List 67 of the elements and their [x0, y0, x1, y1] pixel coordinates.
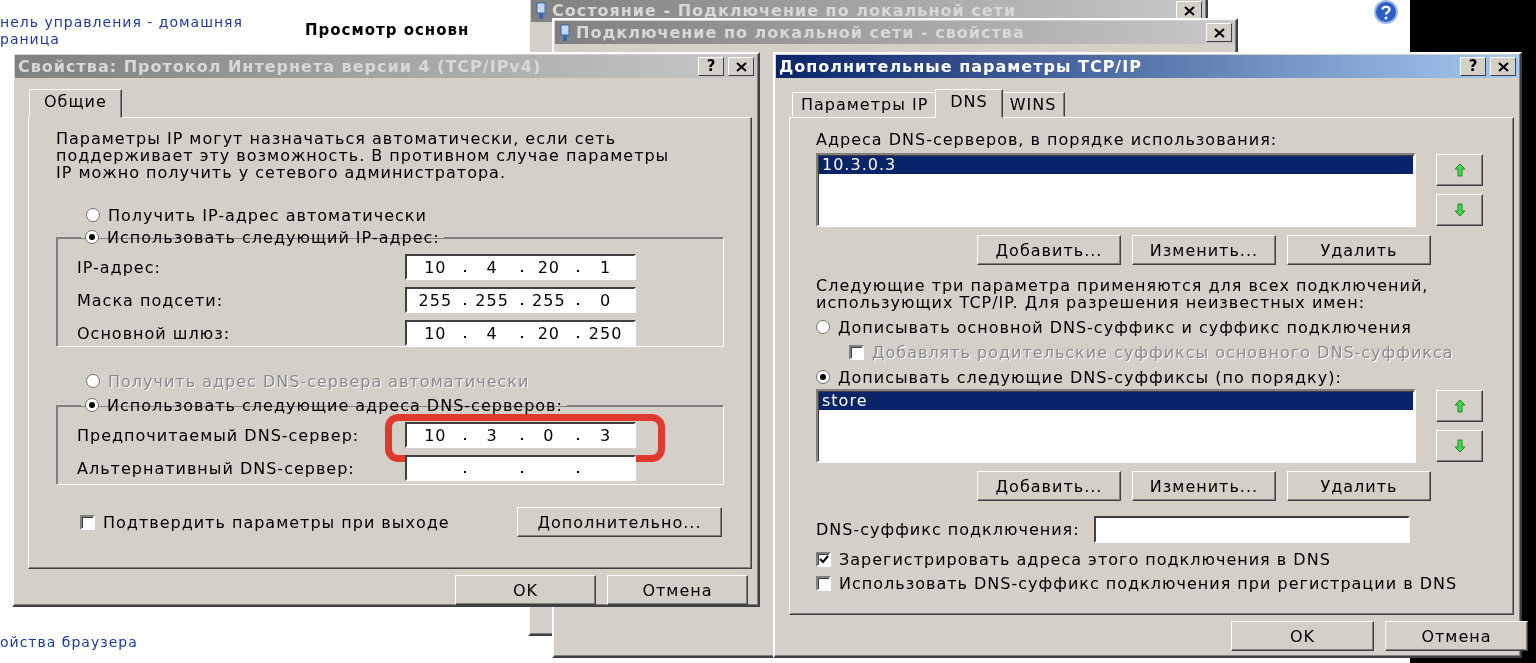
advanced-button[interactable]: Дополнительно...	[517, 507, 722, 537]
note-text: Следующие три параметра применяются для всех подключений, использующих TCP/IP. Для разрешения неизвестных имен:	[816, 277, 1430, 311]
ip-address-field[interactable]	[405, 455, 636, 481]
checkbox-option[interactable]: Использовать DNS-суффикс подключения при регистрации в DNS	[816, 573, 1487, 593]
field-label: Основной шлюз:	[77, 323, 232, 343]
tab[interactable]: Параметры IP	[792, 92, 938, 117]
page-heading: Просмотр основн	[304, 21, 470, 39]
move-up-button[interactable]	[1436, 154, 1483, 186]
list-action-button[interactable]: Изменить...	[1132, 471, 1276, 501]
network-adapter-icon	[558, 23, 572, 42]
up-arrow-icon	[1453, 163, 1466, 177]
up-arrow-icon	[1453, 399, 1466, 413]
radio-option[interactable]: Дописывать следующие DNS-суффиксы (по порядку):	[816, 367, 1342, 387]
help-button[interactable]: ?	[1460, 57, 1486, 76]
cancel-button[interactable]: Отмена	[607, 575, 748, 605]
radio-option[interactable]: Использовать следующие адреса DNS-серверов:	[85, 395, 563, 415]
close-icon	[735, 61, 747, 72]
down-arrow-icon	[1453, 439, 1466, 453]
nav-link[interactable]: ойства браузера	[0, 634, 530, 651]
list-action-button[interactable]: Добавить...	[977, 471, 1121, 501]
dns-server-list[interactable]: 10.3.0.3	[816, 153, 1416, 227]
close-icon	[1497, 61, 1509, 72]
nav-link[interactable]: раница	[0, 31, 243, 48]
cancel-button[interactable]: Отмена	[1385, 621, 1528, 651]
down-arrow-icon	[1453, 203, 1466, 217]
move-down-button[interactable]	[1436, 430, 1483, 462]
move-up-button[interactable]	[1436, 390, 1483, 422]
ip-address-field[interactable]: 10 4 20 250	[405, 320, 636, 346]
suffix-list[interactable]: store	[816, 389, 1416, 463]
move-down-button[interactable]	[1436, 194, 1483, 226]
field-label: Альтернативный DNS-сервер:	[77, 458, 356, 478]
close-button[interactable]	[1206, 23, 1232, 42]
field-label: Предпочитаемый DNS-сервер:	[77, 425, 361, 445]
list-action-button[interactable]: Удалить	[1287, 471, 1431, 501]
list-item[interactable]: store	[819, 392, 1413, 410]
list-action-button[interactable]: Добавить...	[977, 235, 1121, 265]
suffix-input[interactable]	[1093, 516, 1410, 543]
close-icon	[1183, 5, 1195, 16]
tab[interactable]: DNS	[935, 89, 1003, 118]
help-icon[interactable]	[1373, 0, 1399, 24]
tab[interactable]: Общие	[29, 89, 122, 118]
close-button[interactable]	[728, 57, 754, 76]
radio-option[interactable]: Использовать следующий IP-адрес:	[85, 227, 440, 247]
nav-link[interactable]: нель управления - домашняя	[0, 14, 243, 31]
radio-option[interactable]: Получить IP-адрес автоматически	[86, 205, 427, 225]
checkbox-option[interactable]: Подтвердить параметры при выходе	[80, 512, 450, 532]
field-label: IP-адрес:	[77, 257, 162, 277]
ip-address-field[interactable]: 255 255 255 0	[405, 287, 636, 313]
list-action-button[interactable]: Удалить	[1287, 235, 1431, 265]
ok-button[interactable]: OK	[1231, 621, 1374, 651]
list-item[interactable]: 10.3.0.3	[819, 156, 1413, 174]
ok-button[interactable]: OK	[455, 575, 596, 605]
checkbox-option[interactable]: Зарегистрировать адреса этого подключения в DNS	[816, 549, 1487, 569]
close-icon	[1213, 27, 1225, 38]
field-label: Маска подсети:	[77, 290, 225, 310]
section-label: Адреса DNS-серверов, в порядке использования:	[816, 130, 1279, 149]
field-label: DNS-суффикс подключения:	[816, 520, 1080, 539]
radio-option[interactable]: Дописывать основной DNS-суффикс и суффикс подключения	[816, 317, 1412, 337]
ip-address-field[interactable]: 10 4 20 1	[405, 254, 636, 280]
close-button[interactable]	[1490, 57, 1516, 76]
help-button[interactable]: ?	[698, 57, 724, 76]
window-title: Дополнительные параметры TCP/IP	[779, 57, 1143, 76]
description-text: Параметры IP могут назначаться автоматически, если сеть поддерживает эту возможность. В противном случае параметры IP можно получить у сетевого администратора.	[56, 130, 671, 181]
ip-address-field[interactable]: 10 3 0 3	[405, 422, 636, 448]
list-action-button[interactable]: Изменить...	[1132, 235, 1276, 265]
tab[interactable]: WINS	[1000, 92, 1066, 117]
network-adapter-icon	[534, 1, 548, 20]
